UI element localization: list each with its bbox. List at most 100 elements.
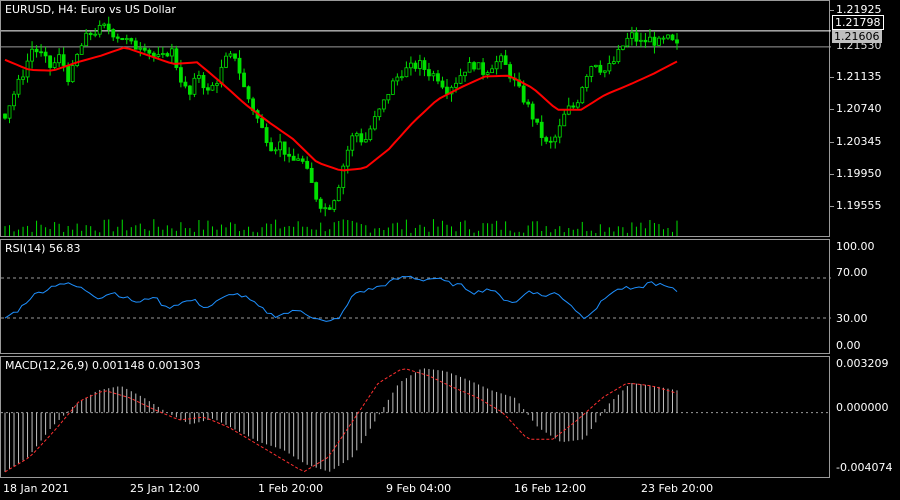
candle-body bbox=[291, 155, 296, 161]
candle-body bbox=[535, 118, 540, 123]
candle-body bbox=[422, 60, 427, 70]
rsi-tick: 100.00 bbox=[836, 240, 875, 253]
candle-body bbox=[454, 82, 458, 88]
time-tick: 16 Feb 12:00 bbox=[514, 482, 587, 495]
candle-body bbox=[476, 62, 481, 70]
candle-body bbox=[436, 73, 440, 82]
candle-body bbox=[584, 76, 589, 88]
candle-body bbox=[372, 116, 377, 130]
candle-body bbox=[160, 53, 165, 55]
candle-body bbox=[133, 40, 138, 50]
candle-body bbox=[643, 39, 648, 43]
candle-body bbox=[463, 71, 467, 77]
candle-body bbox=[418, 60, 422, 69]
candle-body bbox=[120, 37, 125, 41]
candle-body bbox=[526, 101, 531, 105]
candle-body bbox=[75, 54, 80, 66]
candle-body bbox=[165, 53, 170, 57]
candle-body bbox=[215, 83, 219, 86]
candle-body bbox=[70, 65, 75, 83]
candle-body bbox=[562, 113, 567, 127]
candle-body bbox=[670, 34, 675, 41]
moving-average-line bbox=[4, 46, 678, 172]
candle-body bbox=[607, 63, 612, 72]
rsi-label: RSI(14) 56.83 bbox=[5, 242, 81, 255]
candle-body bbox=[634, 32, 639, 42]
candle-body bbox=[625, 37, 630, 47]
candle-body bbox=[206, 87, 210, 91]
candle-body bbox=[431, 73, 436, 77]
candle-body bbox=[278, 141, 283, 151]
candle-body bbox=[499, 55, 504, 63]
candle-body bbox=[242, 72, 246, 88]
macd-scale[interactable]: 0.003209 0.000000 -0.004074 bbox=[830, 356, 900, 478]
candle-body bbox=[363, 139, 368, 143]
candle-body bbox=[404, 67, 409, 78]
candle-body bbox=[530, 103, 535, 120]
price-pane[interactable]: EURUSD, H4: Euro vs US Dollar bbox=[0, 0, 831, 237]
chart-window[interactable]: EURUSD, H4: Euro vs US Dollar 1.21925 1.… bbox=[0, 0, 900, 500]
candle-body bbox=[273, 149, 278, 152]
candle-body bbox=[201, 74, 206, 89]
candle-body bbox=[305, 160, 310, 169]
candle-body bbox=[228, 53, 233, 57]
candle-body bbox=[282, 141, 287, 155]
candle-body bbox=[648, 36, 652, 43]
candle-body bbox=[327, 207, 332, 210]
macd-tick: -0.004074 bbox=[836, 461, 893, 474]
candle-body bbox=[21, 76, 25, 80]
time-tick: 9 Feb 04:00 bbox=[386, 482, 452, 495]
time-tick: 23 Feb 20:00 bbox=[641, 482, 714, 495]
candle-body bbox=[7, 105, 12, 119]
candle-body bbox=[386, 94, 391, 101]
candle-body bbox=[233, 53, 237, 59]
candle-body bbox=[611, 61, 616, 64]
candle-body bbox=[409, 62, 413, 69]
macd-signal-line bbox=[4, 368, 678, 473]
candle-body bbox=[156, 54, 161, 57]
symbol-title: EURUSD, H4: Euro vs US Dollar bbox=[5, 3, 176, 16]
candle-body bbox=[264, 127, 269, 144]
candle-body bbox=[458, 75, 463, 84]
candle-body bbox=[300, 158, 305, 162]
ask-price-badge: 1.21798 bbox=[832, 15, 884, 30]
bid-price-badge: 1.21606 bbox=[832, 30, 882, 43]
candle-body bbox=[79, 45, 84, 55]
candle-body bbox=[666, 34, 670, 39]
candle-body bbox=[390, 80, 395, 95]
price-scale[interactable]: 1.21925 1.21798 1.21530 1.21606 1.21135 … bbox=[830, 0, 900, 237]
candle-body bbox=[445, 86, 449, 95]
candle-body bbox=[377, 108, 382, 118]
candle-body bbox=[467, 62, 472, 73]
candle-body bbox=[490, 68, 494, 74]
candle-body bbox=[3, 113, 7, 119]
candle-body bbox=[66, 65, 71, 83]
candle-body bbox=[52, 62, 57, 68]
rsi-tick: 30.00 bbox=[836, 312, 868, 325]
rsi-tick: 70.00 bbox=[836, 266, 868, 279]
candle-body bbox=[323, 207, 328, 210]
rsi-tick: 0.00 bbox=[836, 339, 861, 352]
rsi-scale[interactable]: 100.00 70.00 30.00 0.00 bbox=[830, 239, 900, 354]
candle-body bbox=[48, 55, 53, 68]
macd-tick: 0.000000 bbox=[836, 401, 889, 414]
candle-body bbox=[661, 37, 666, 40]
price-tick: 1.20740 bbox=[836, 102, 882, 115]
candle-body bbox=[142, 47, 147, 51]
rsi-pane[interactable]: RSI(14) 56.83 bbox=[0, 239, 831, 354]
macd-pane[interactable]: MACD(12,26,9) 0.001148 0.001303 bbox=[0, 356, 831, 478]
candle-body bbox=[539, 121, 544, 138]
candle-body bbox=[350, 135, 355, 151]
candle-body bbox=[106, 23, 111, 30]
candle-body bbox=[61, 54, 66, 66]
price-tick: 1.20345 bbox=[836, 135, 882, 148]
candle-body bbox=[395, 76, 400, 82]
candle-body bbox=[652, 36, 657, 46]
candle-body bbox=[197, 74, 201, 79]
candle-body bbox=[593, 64, 598, 67]
candle-body bbox=[481, 62, 485, 75]
rsi-line bbox=[4, 275, 678, 322]
candle-body bbox=[43, 51, 48, 57]
candle-body bbox=[629, 32, 634, 39]
candle-body bbox=[494, 61, 499, 70]
